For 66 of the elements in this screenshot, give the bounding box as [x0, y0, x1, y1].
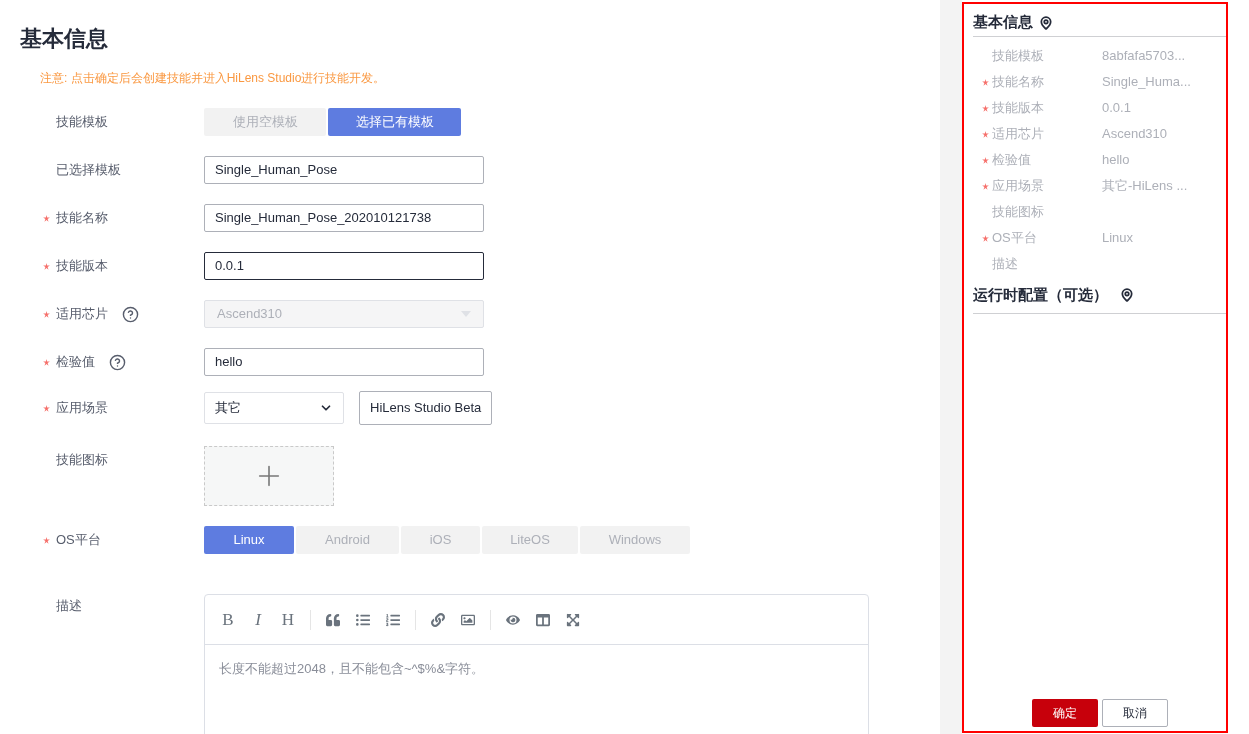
- summary-label: 技能模板: [992, 47, 1045, 66]
- text-input[interactable]: 0.0.1: [204, 252, 484, 280]
- summary-label: 检验值: [992, 151, 1032, 170]
- bullet-list-icon[interactable]: [353, 612, 373, 627]
- segment-tab[interactable]: Linux: [204, 526, 294, 554]
- summary-value: Linux: [1102, 229, 1134, 248]
- summary-label: 适用芯片: [992, 125, 1045, 144]
- section-title: 基本信息: [973, 12, 1033, 33]
- required-mark-icon: [982, 78, 989, 86]
- text-input[interactable]: Single_Human_Pose_202010121738: [204, 204, 484, 232]
- cancel-button[interactable]: 取消: [1102, 699, 1168, 727]
- summary-label: 应用场景: [992, 177, 1045, 196]
- field-label: 技能图标: [56, 451, 108, 469]
- summary-label: OS平台: [992, 229, 1038, 248]
- section-title: 运行时配置（可选）: [973, 284, 1108, 305]
- required-mark-icon: [43, 404, 50, 412]
- columns-icon[interactable]: [533, 612, 553, 627]
- summary-value: hello: [1102, 151, 1130, 170]
- field-label: 适用芯片: [56, 305, 108, 324]
- field-label: OS平台: [56, 531, 101, 550]
- field-label: 描述: [56, 597, 82, 615]
- toolbar-button[interactable]: B: [218, 606, 238, 633]
- description-input[interactable]: 长度不能超过2048，且不能包含~^$%&字符。: [205, 645, 868, 734]
- toolbar-button[interactable]: I: [248, 606, 268, 633]
- field-label: 检验值: [56, 353, 95, 372]
- required-mark-icon: [43, 262, 50, 270]
- field-label: 应用场景: [56, 399, 108, 418]
- summary-value: 0.0.1: [1102, 99, 1131, 118]
- field-label: 技能版本: [56, 257, 108, 276]
- required-mark-icon: [43, 358, 50, 366]
- quote-icon[interactable]: [323, 612, 343, 627]
- text-input[interactable]: Single_Human_Pose: [204, 156, 484, 184]
- pin-icon: [1120, 288, 1134, 302]
- summary-label: 技能名称: [992, 73, 1045, 92]
- summary-label: 技能图标: [992, 203, 1045, 222]
- required-mark-icon: [43, 536, 50, 544]
- page-title: 基本信息: [20, 25, 109, 53]
- field-label: 技能模板: [56, 113, 108, 132]
- summary-value: 8abfafa5703...: [1102, 47, 1186, 66]
- summary-value: Ascend310: [1102, 125, 1168, 144]
- required-mark-icon: [982, 130, 989, 138]
- field-label: 技能名称: [56, 209, 108, 228]
- summary-label: 技能版本: [992, 99, 1045, 118]
- summary-value: Single_Huma...: [1102, 73, 1191, 92]
- image-icon[interactable]: [458, 612, 478, 627]
- version-field: HiLens Studio Beta: [359, 391, 493, 425]
- confirm-button[interactable]: 确定: [1032, 699, 1098, 727]
- required-mark-icon: [43, 310, 50, 318]
- required-mark-icon: [982, 156, 989, 164]
- scene-select[interactable]: 其它: [204, 392, 344, 424]
- required-mark-icon: [43, 214, 50, 222]
- link-icon[interactable]: [428, 612, 448, 627]
- pin-icon: [1039, 15, 1053, 30]
- eye-icon[interactable]: [503, 612, 523, 627]
- field-label: 已选择模板: [56, 161, 121, 180]
- numbered-list-icon[interactable]: [383, 612, 403, 627]
- summary-label: 描述: [992, 255, 1019, 274]
- segment-tab[interactable]: 选择已有模板: [328, 108, 461, 136]
- summary-value: 其它-HiLens ...: [1102, 177, 1188, 196]
- required-mark-icon: [982, 182, 989, 190]
- toolbar-button[interactable]: H: [278, 606, 298, 633]
- notice-text: 注意: 点击确定后会创建技能并进入HiLens Studio进行技能开发。: [40, 70, 387, 87]
- required-mark-icon: [982, 234, 989, 242]
- text-input[interactable]: hello: [204, 348, 484, 376]
- required-mark-icon: [982, 104, 989, 112]
- help-icon[interactable]: [109, 353, 126, 371]
